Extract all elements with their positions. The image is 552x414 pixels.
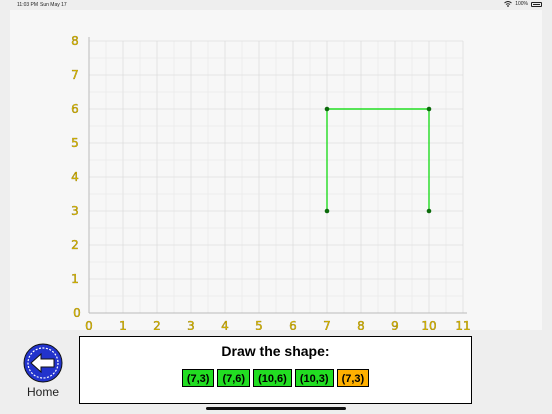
shape-point <box>426 106 432 112</box>
status-time: 11:03 PM <box>17 2 39 8</box>
x-tick-label: 4 <box>221 319 229 330</box>
y-tick-label: 0 <box>73 306 81 320</box>
y-tick-label: 8 <box>71 34 79 48</box>
home-label: Home <box>26 385 59 399</box>
shape-point <box>324 208 330 214</box>
status-bar: 11:03 PM Sun May 17 100% <box>0 0 552 10</box>
battery-percent: 100% <box>515 1 528 7</box>
status-right: 100% <box>504 1 542 7</box>
point-sequence: (7,3) (7,6) (10,6) (10,3) (7,3) <box>80 369 471 387</box>
shape-point <box>324 106 330 112</box>
x-tick-label: 1 <box>119 319 127 330</box>
back-arrow-icon <box>23 343 63 383</box>
status-date: Sun May 17 <box>40 2 67 8</box>
x-tick-label: 6 <box>289 319 297 330</box>
y-tick-label: 7 <box>71 68 79 82</box>
x-tick-label: 0 <box>85 319 93 330</box>
y-tick-label: 4 <box>71 170 79 184</box>
x-tick-label: 3 <box>187 319 195 330</box>
y-tick-label: 3 <box>71 204 79 218</box>
y-tick-label: 5 <box>71 136 79 150</box>
x-tick-label: 9 <box>391 319 399 330</box>
prompt-panel: Draw the shape: (7,3) (7,6) (10,6) (10,3) (7… <box>79 336 472 404</box>
graph-board[interactable]: 0 1 2 3 4 5 6 7 8 9 10 11 0 1 2 3 4 5 6 7 8 <box>10 10 542 330</box>
point-chip[interactable]: (10,3) <box>294 369 334 387</box>
y-tick-label: 1 <box>71 272 79 286</box>
coordinate-grid[interactable]: 0 1 2 3 4 5 6 7 8 9 10 11 0 1 2 3 4 5 6 7 8 <box>10 10 542 330</box>
wifi-icon <box>504 1 513 7</box>
y-tick-label: 2 <box>71 238 79 252</box>
point-chip[interactable]: (7,3) <box>181 369 215 387</box>
battery-icon <box>531 1 542 7</box>
x-tick-label: 11 <box>455 319 470 330</box>
point-chip[interactable]: (7,3) <box>336 369 370 387</box>
prompt-title: Draw the shape: <box>221 343 330 359</box>
x-tick-label: 7 <box>323 319 331 330</box>
home-button[interactable]: Home <box>20 343 66 401</box>
x-tick-label: 2 <box>153 319 161 330</box>
x-tick-label: 10 <box>421 319 436 330</box>
shape-point <box>426 208 432 214</box>
x-tick-label: 5 <box>255 319 263 330</box>
point-chip[interactable]: (10,6) <box>253 369 292 387</box>
home-indicator <box>206 407 346 410</box>
x-tick-label: 8 <box>357 319 365 330</box>
y-tick-label: 6 <box>71 102 79 116</box>
point-chip[interactable]: (7,6) <box>217 369 251 387</box>
